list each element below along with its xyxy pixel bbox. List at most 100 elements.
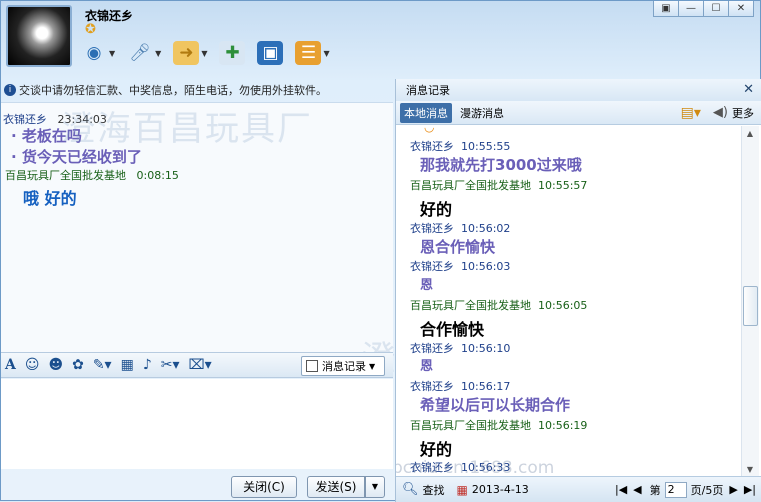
search-button[interactable]: 查找 bbox=[423, 482, 445, 498]
monitor-icon: ▣ bbox=[257, 41, 284, 65]
message-time: 10:56:02 bbox=[461, 222, 511, 235]
first-page-icon[interactable]: |◀ bbox=[615, 483, 627, 496]
history-text: 恩 bbox=[420, 278, 434, 293]
chevron-down-icon[interactable]: ▼ bbox=[155, 49, 161, 58]
history-header: 衣锦还乡 10:55:55 bbox=[410, 138, 510, 154]
avatar[interactable] bbox=[6, 5, 72, 67]
history-panel: 消息记录 ✕ 本地消息 漫游消息 ▤▾ ◀) 更多 ◡ 衣锦还乡 10:55:5… bbox=[395, 79, 761, 502]
message-text: · 老板在吗 bbox=[11, 127, 82, 145]
history-header: 衣锦还乡 10:56:02 bbox=[410, 220, 510, 236]
voice-call-button[interactable]: 🎤︎ ▼ bbox=[127, 41, 161, 65]
message-time: 10:56:19 bbox=[538, 419, 588, 432]
prev-page-icon[interactable]: ◀ bbox=[633, 483, 641, 496]
tab-roaming[interactable]: 漫游消息 bbox=[456, 103, 508, 123]
scrollbar-thumb[interactable] bbox=[743, 286, 758, 326]
close-window-button[interactable]: ✕ bbox=[728, 1, 754, 17]
next-page-icon[interactable]: ▶ bbox=[729, 483, 737, 496]
skin-icon[interactable]: ▣ bbox=[653, 1, 679, 17]
sender-name: 衣锦还乡 bbox=[410, 380, 454, 393]
history-header: 衣锦还乡 10:56:17 bbox=[410, 378, 510, 394]
export-icon[interactable]: ▤▾ bbox=[681, 105, 701, 121]
sms-button[interactable]: ✚ bbox=[219, 41, 246, 65]
history-messages: ◡ 衣锦还乡 10:55:55 那我就先打3000过来哦 百昌玩具厂全国批发基地… bbox=[396, 126, 742, 476]
nudge-icon[interactable]: ✿ bbox=[72, 357, 84, 373]
last-page-icon[interactable]: ▶| bbox=[744, 483, 756, 496]
app-button[interactable]: ☰ ▼ bbox=[295, 41, 330, 65]
sender-name: 百昌玩具厂全国批发基地 bbox=[5, 169, 126, 182]
history-text: 希望以后可以长期合作 bbox=[420, 396, 571, 414]
screenshot-icon[interactable]: ✂▾ bbox=[161, 357, 180, 373]
bottom-bar: 关闭(C) 发送(S) ▼ bbox=[1, 471, 393, 502]
remote-assist-button[interactable]: ▣ bbox=[257, 41, 284, 65]
send-file-button[interactable]: ➜ ▼ bbox=[173, 41, 207, 65]
history-icon bbox=[306, 360, 318, 372]
folder-icon: ➜ bbox=[173, 41, 200, 65]
emoji-icon[interactable]: ☺ bbox=[25, 357, 40, 373]
camera-icon: ◉ bbox=[86, 43, 102, 63]
history-text: 恩 bbox=[420, 359, 434, 374]
calendar-icon[interactable]: ▦ bbox=[457, 483, 468, 497]
send-button[interactable]: 发送(S) bbox=[307, 475, 365, 498]
history-header: 百昌玩具厂全国批发基地 10:56:19 bbox=[410, 417, 587, 433]
sender-name: 衣锦还乡 bbox=[410, 260, 454, 273]
history-header: 百昌玩具厂全国批发基地 10:55:57 bbox=[410, 177, 587, 193]
message-time: 10:55:55 bbox=[461, 140, 511, 153]
history-label: 消息记录 bbox=[322, 360, 366, 373]
history-title-bar: 消息记录 ✕ bbox=[396, 79, 761, 101]
history-header: 百昌玩具厂全国批发基地 10:56:05 bbox=[410, 297, 587, 313]
message-time: 0:08:15 bbox=[136, 169, 179, 182]
message-text: 哦 好的 bbox=[23, 189, 77, 208]
history-header: 衣锦还乡 10:56:03 bbox=[410, 258, 510, 274]
history-text: 好的 bbox=[420, 440, 453, 459]
input-toolbar: A ☺ ☻ ✿ ✎▾ ▦ ♪ ✂▾ ⌧▾ 消息记录 ▼ bbox=[1, 352, 393, 378]
close-button[interactable]: 关闭(C) bbox=[231, 475, 297, 498]
page-total: 页/5页 bbox=[690, 483, 724, 497]
chevron-down-icon[interactable]: ▼ bbox=[201, 49, 207, 58]
chevron-down-icon[interactable]: ▼ bbox=[323, 49, 329, 58]
info-icon: i bbox=[4, 84, 16, 96]
tab-local[interactable]: 本地消息 bbox=[400, 102, 452, 123]
star-icon: ✪ bbox=[85, 22, 96, 37]
sender-name: 百昌玩具厂全国批发基地 bbox=[410, 419, 531, 432]
more-tools-icon[interactable]: ⌧▾ bbox=[189, 357, 212, 373]
sender-name: 百昌玩具厂全国批发基地 bbox=[410, 179, 531, 192]
scroll-up-icon[interactable]: ▲ bbox=[742, 126, 758, 140]
date-value[interactable]: 2013-4-13 bbox=[472, 483, 529, 496]
window-controls: ▣ — ☐ ✕ bbox=[653, 1, 754, 17]
handwrite-icon[interactable]: ✎▾ bbox=[93, 357, 112, 373]
maximize-button[interactable]: ☐ bbox=[703, 1, 729, 17]
history-title: 消息记录 bbox=[406, 84, 450, 97]
message-input[interactable] bbox=[1, 379, 393, 469]
page-label: 第 bbox=[649, 483, 661, 497]
page-input[interactable]: 2 bbox=[664, 481, 687, 498]
speaker-icon[interactable]: ◀) bbox=[713, 105, 728, 120]
message-history-button[interactable]: 消息记录 ▼ bbox=[301, 356, 385, 376]
top-toolbar: ◉ ▼ 🎤︎ ▼ ➜ ▼ ✚ ▣ ☰ ▼ bbox=[81, 41, 342, 65]
send-options-button[interactable]: ▼ bbox=[365, 475, 385, 498]
chevron-down-icon[interactable]: ▼ bbox=[109, 49, 115, 58]
sender-name: 衣锦还乡 bbox=[410, 140, 454, 153]
video-call-button[interactable]: ◉ ▼ bbox=[81, 41, 116, 65]
clipboard-icon: ☰ bbox=[295, 41, 322, 65]
history-text: 那我就先打3000过来哦 bbox=[420, 156, 582, 174]
music-icon[interactable]: ♪ bbox=[143, 357, 152, 373]
sender-name: 衣锦还乡 bbox=[410, 222, 454, 235]
search-icon[interactable]: 🔍︎ bbox=[402, 482, 419, 497]
security-notice: i 交谈中请勿轻信汇款、中奖信息，陌生电话，勿使用外挂软件。 bbox=[4, 79, 394, 101]
more-button[interactable]: 更多 bbox=[732, 105, 754, 121]
history-scrollbar[interactable]: ▲ ▼ bbox=[741, 126, 759, 476]
message-icon: ✚ bbox=[219, 41, 246, 65]
message-time: 10:55:57 bbox=[538, 179, 588, 192]
message-time: 10:56:17 bbox=[461, 380, 511, 393]
history-header: 衣锦还乡 10:56:10 bbox=[410, 340, 510, 356]
font-icon[interactable]: A bbox=[5, 357, 16, 373]
close-icon[interactable]: ✕ bbox=[743, 82, 754, 97]
message-text: · 货今天已经收到了 bbox=[11, 148, 142, 166]
history-text: 恩合作愉快 bbox=[420, 238, 496, 256]
minimize-button[interactable]: — bbox=[678, 1, 704, 17]
magic-emoji-icon[interactable]: ☻ bbox=[48, 357, 63, 373]
image-icon[interactable]: ▦ bbox=[121, 357, 134, 373]
scroll-down-icon[interactable]: ▼ bbox=[742, 462, 758, 476]
sender-name: 衣锦还乡 bbox=[410, 342, 454, 355]
chat-window: ▣ — ☐ ✕ 衣锦还乡 ✪ ◉ ▼ 🎤︎ ▼ ➜ ▼ ✚ ▣ ☰ ▼ i 交谈中请勿轻… bbox=[0, 0, 761, 502]
